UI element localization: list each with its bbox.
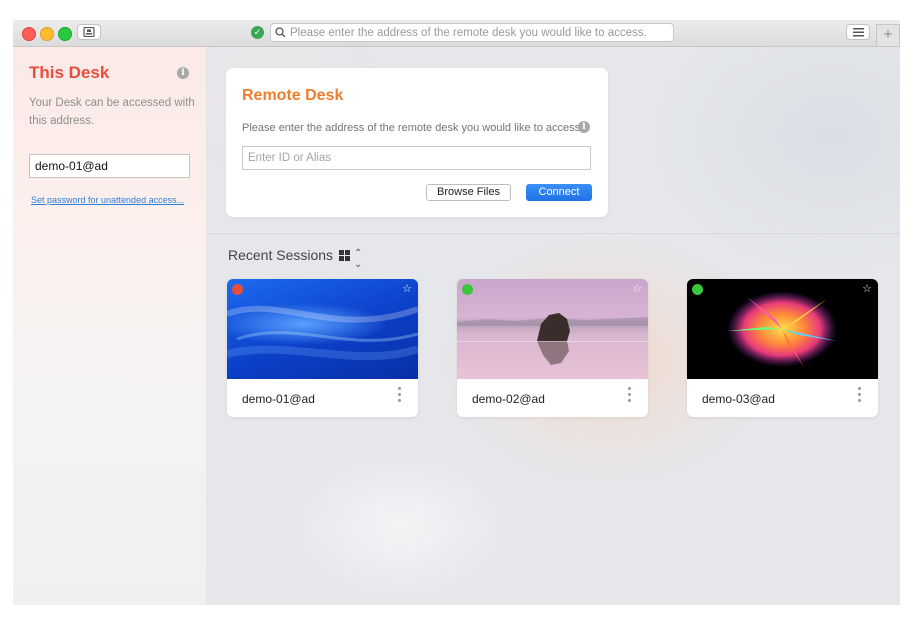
this-desk-title: This Desk <box>29 63 110 82</box>
app-window: ✓ + This Desk i Your Desk can be accesse… <box>13 20 900 605</box>
remote-desk-info-icon[interactable]: i <box>578 121 590 133</box>
remote-desk-description: Please enter the address of the remote d… <box>242 122 584 134</box>
search-icon <box>275 27 286 38</box>
more-options-icon[interactable] <box>627 387 631 407</box>
session-label: demo-02@ad <box>472 392 545 406</box>
section-divider <box>206 233 900 234</box>
session-card-demo-01[interactable]: ☆ demo-01@ad <box>227 279 418 417</box>
address-book-icon <box>83 27 95 37</box>
session-label: demo-01@ad <box>242 392 315 406</box>
session-thumbnail: ☆ <box>227 279 418 379</box>
address-input[interactable] <box>286 26 673 39</box>
star-icon[interactable]: ☆ <box>402 282 412 295</box>
rock-lake-image <box>457 313 648 365</box>
list-icon <box>852 27 864 36</box>
new-tab-button[interactable]: + <box>876 24 900 46</box>
this-desk-description: Your Desk can be accessed with this addr… <box>29 97 195 127</box>
grid-view-icon[interactable] <box>339 250 350 261</box>
more-options-icon[interactable] <box>857 387 861 407</box>
star-icon[interactable]: ☆ <box>632 282 642 295</box>
minimize-window-button[interactable] <box>40 27 54 41</box>
remote-desk-title: Remote Desk <box>242 87 344 104</box>
session-card-demo-02[interactable]: ☆ demo-02@ad <box>457 279 648 417</box>
close-window-button[interactable] <box>22 27 36 41</box>
session-thumbnail: ☆ <box>687 279 878 379</box>
set-password-link[interactable]: Set password for unattended access... <box>31 195 184 205</box>
remote-desk-card: Remote Desk Please enter the address of … <box>226 68 608 217</box>
this-desk-address-field[interactable] <box>29 154 190 178</box>
status-offline-dot <box>232 284 243 295</box>
zoom-window-button[interactable] <box>58 27 72 41</box>
more-options-icon[interactable] <box>397 387 401 407</box>
status-online-dot <box>462 284 473 295</box>
title-bar: ✓ + <box>13 20 900 47</box>
session-card-demo-03[interactable]: ☆ demo-03@ad <box>687 279 878 417</box>
session-thumbnail: ☆ <box>457 279 648 379</box>
main-content: Remote Desk Please enter the address of … <box>206 47 900 605</box>
connection-secure-icon: ✓ <box>251 26 264 39</box>
chevron-up-down-icon[interactable]: ⌃ ⌄ <box>354 248 362 270</box>
sidebar-this-desk: This Desk i Your Desk can be accessed wi… <box>13 47 206 605</box>
star-icon[interactable]: ☆ <box>862 282 872 295</box>
address-book-button[interactable] <box>77 24 101 40</box>
browse-files-button[interactable]: Browse Files <box>426 184 511 201</box>
info-icon[interactable]: i <box>177 67 189 79</box>
color-burst-image <box>727 291 837 369</box>
session-label: demo-03@ad <box>702 392 775 406</box>
status-online-dot <box>692 284 703 295</box>
blue-waves-image <box>227 305 418 361</box>
remote-id-input[interactable] <box>242 146 591 170</box>
address-bar[interactable] <box>270 23 674 42</box>
connect-button[interactable]: Connect <box>526 184 592 201</box>
recent-sessions-title: Recent Sessions <box>228 247 334 263</box>
menu-button[interactable] <box>846 24 870 40</box>
